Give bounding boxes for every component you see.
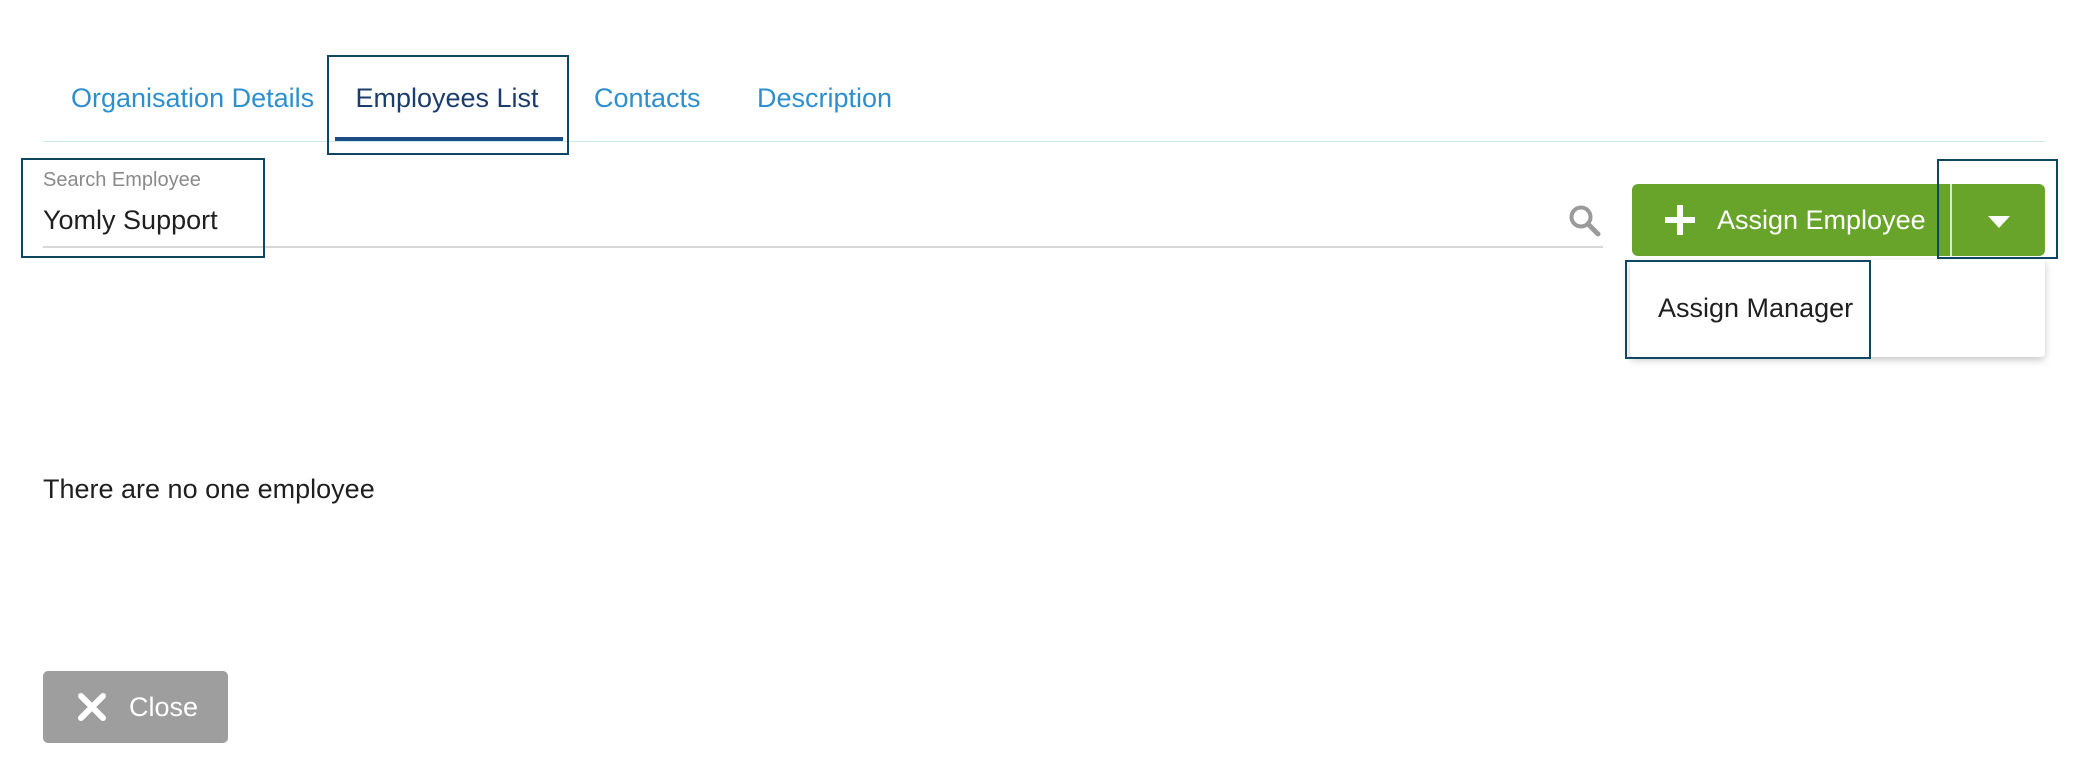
tab-bar: Organisation Details Employees List Cont… bbox=[43, 55, 2045, 142]
assign-dropdown-toggle[interactable] bbox=[1952, 184, 2045, 256]
search-icon[interactable] bbox=[1568, 204, 1602, 238]
menu-item-assign-manager[interactable]: Assign Manager bbox=[1658, 260, 1853, 357]
page: Organisation Details Employees List Cont… bbox=[0, 0, 2090, 784]
caret-down-icon bbox=[1988, 216, 2010, 228]
tab-description[interactable]: Description bbox=[757, 55, 892, 141]
tab-employees-list[interactable]: Employees List bbox=[329, 55, 565, 141]
search-label: Search Employee bbox=[43, 169, 201, 191]
assign-employee-button[interactable]: Assign Employee bbox=[1632, 184, 1950, 256]
tab-organisation-details[interactable]: Organisation Details bbox=[71, 55, 314, 141]
tab-contacts[interactable]: Contacts bbox=[594, 55, 701, 141]
plus-icon bbox=[1665, 205, 1695, 235]
search-field: Search Employee bbox=[43, 160, 1603, 248]
close-label: Close bbox=[129, 691, 199, 722]
close-icon bbox=[78, 693, 106, 721]
close-button[interactable]: Close bbox=[43, 671, 228, 743]
assign-employee-label: Assign Employee bbox=[1717, 204, 1926, 235]
search-input[interactable] bbox=[43, 200, 1523, 240]
empty-state-message: There are no one employee bbox=[43, 474, 375, 504]
assign-dropdown-menu: Assign Manager bbox=[1630, 260, 2045, 357]
